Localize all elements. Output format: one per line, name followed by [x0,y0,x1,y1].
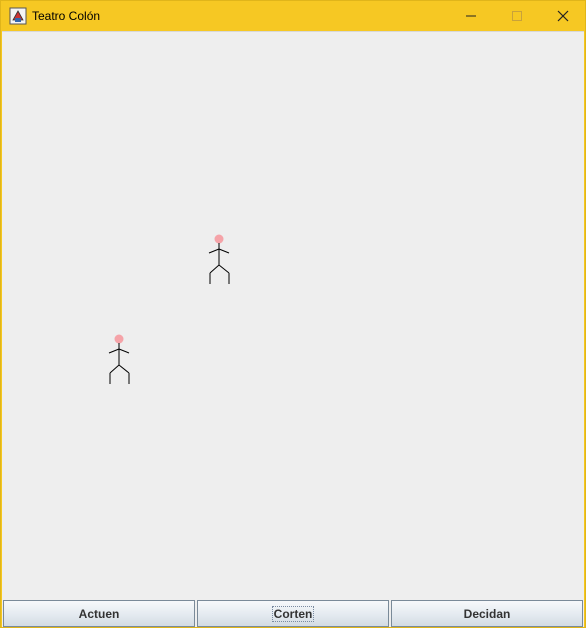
stick-figure-actor-2 [108,334,130,384]
decidan-label: Decidan [463,606,511,621]
button-bar: Actuen Corten Decidan [2,600,584,627]
corten-button[interactable]: Corten [197,600,389,627]
figure-head [114,334,124,344]
minimize-button[interactable] [448,1,494,31]
title-bar[interactable]: Teatro Colón [1,1,585,31]
actuen-label: Actuen [78,606,120,621]
window-title: Teatro Colón [32,9,101,23]
app-window: Teatro Colón Actuen Corten Decidan [0,0,586,628]
corten-label: Corten [271,605,315,622]
stage-canvas [2,31,584,601]
figure-head [214,234,224,244]
decidan-button[interactable]: Decidan [391,600,583,627]
actuen-button[interactable]: Actuen [3,600,195,627]
maximize-icon [512,11,522,21]
close-button[interactable] [540,1,586,31]
maximize-button[interactable] [494,1,540,31]
java-cup-icon [9,7,27,25]
minimize-icon [466,15,476,17]
stick-figure-actor-1 [208,234,230,284]
close-icon [557,10,569,22]
